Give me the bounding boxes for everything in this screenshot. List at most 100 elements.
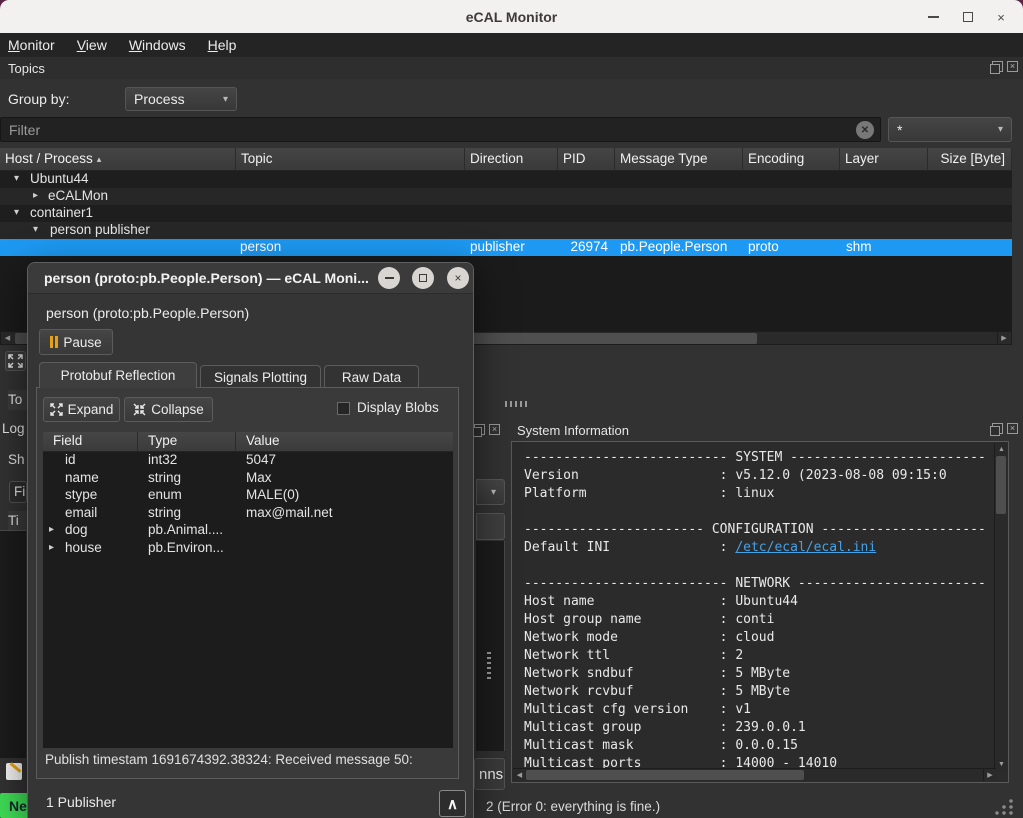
resize-grip[interactable]	[992, 798, 1014, 815]
column-header-direction[interactable]: Direction	[465, 148, 558, 170]
table-row[interactable]: ▾ container1	[0, 205, 1012, 222]
close-button[interactable]: ×	[991, 7, 1011, 27]
dock-close-icon[interactable]: ×	[489, 424, 500, 435]
table-row[interactable]: id int32 5047	[43, 452, 453, 470]
clear-filter-button[interactable]: ✕	[856, 121, 874, 139]
publisher-count: 1 Publisher	[46, 794, 116, 810]
menu-view[interactable]: View	[77, 37, 107, 53]
table-row[interactable]: email string max@mail.net	[43, 505, 453, 523]
menu-bar: Monitor View Windows Help	[0, 33, 1023, 57]
dock-drag-handle[interactable]	[505, 401, 527, 407]
maximize-button[interactable]	[958, 7, 978, 27]
occluded-expand-button[interactable]	[5, 351, 26, 371]
cell-layer: shm	[846, 239, 872, 254]
display-blobs-checkbox[interactable]	[337, 402, 350, 415]
dialog-titlebar[interactable]: person (proto:pb.People.Person) — eCAL M…	[28, 263, 473, 294]
protobuf-reflection-panel: Expand Collapse Display Blobs Field Type…	[36, 387, 459, 779]
minimize-icon	[928, 16, 939, 18]
pause-button[interactable]: Pause	[39, 329, 113, 355]
filter-input[interactable]: Filter	[0, 117, 881, 142]
dock-float-icon[interactable]	[474, 424, 485, 435]
table-row-selected[interactable]: person publisher 26974 pb.People.Person …	[0, 239, 1012, 256]
dialog-close-button[interactable]: ×	[447, 267, 469, 289]
scrollbar-thumb[interactable]	[996, 456, 1006, 514]
scroll-up-icon[interactable]: ▲	[995, 443, 1008, 455]
column-header-type[interactable]: Type	[138, 432, 236, 451]
tree-expand-icon[interactable]: ▾	[14, 207, 19, 218]
menu-help[interactable]: Help	[208, 37, 237, 53]
table-row[interactable]: ▸ house pb.Environ...	[43, 540, 453, 558]
column-header-pid[interactable]: PID	[558, 148, 615, 170]
tree-expand-icon[interactable]: ▾	[14, 173, 19, 184]
menu-windows[interactable]: Windows	[129, 37, 186, 53]
tab-raw-data[interactable]: Raw Data	[324, 365, 419, 388]
sysinfo-vertical-scrollbar[interactable]: ▲ ▼	[994, 443, 1007, 770]
dock-float-icon[interactable]	[992, 423, 1003, 434]
log-note-icon	[6, 763, 22, 780]
column-header-encoding[interactable]: Encoding	[743, 148, 840, 170]
chevron-down-icon: ▾	[223, 94, 228, 105]
splitter-handle[interactable]	[487, 652, 491, 682]
dialog-maximize-button[interactable]	[412, 267, 434, 289]
minimize-icon	[385, 277, 394, 279]
dock-close-icon[interactable]: ×	[1007, 61, 1018, 72]
table-row[interactable]: name string Max	[43, 470, 453, 488]
scroll-down-icon[interactable]: ▼	[995, 758, 1008, 770]
occluded-combobox-fragment[interactable]: ▾	[476, 479, 505, 505]
tab-signals-plotting[interactable]: Signals Plotting	[200, 365, 321, 388]
publish-timestamp-status: Publish timestam 1691674392.38324: Recei…	[45, 752, 453, 767]
table-row[interactable]: stype enum MALE(0)	[43, 487, 453, 505]
occluded-button-fragment[interactable]: Fi	[9, 481, 27, 503]
column-header-host-process[interactable]: Host / Process▴	[0, 148, 236, 170]
cell-pid: 26974	[558, 239, 608, 254]
scrollbar-thumb[interactable]	[526, 770, 804, 780]
occluded-tab-fragment[interactable]: Ti	[8, 511, 27, 531]
filter-column-select[interactable]: * ▾	[888, 117, 1012, 142]
scroll-right-icon[interactable]: ▶	[983, 769, 996, 781]
column-header-field[interactable]: Field	[43, 432, 138, 451]
scroll-left-icon[interactable]: ◀	[513, 769, 526, 781]
field-table-header: Field Type Value	[43, 432, 453, 452]
group-by-select[interactable]: Process ▾	[125, 87, 237, 111]
menu-monitor[interactable]: Monitor	[8, 37, 55, 53]
tree-expand-icon[interactable]: ▸	[49, 524, 54, 535]
occluded-tab-fragment[interactable]: To	[8, 390, 27, 410]
collapse-panel-button[interactable]: ∧	[439, 790, 466, 817]
status-bar-text: 2 (Error 0: everything is fine.)	[486, 799, 660, 814]
ecal-ini-link[interactable]: /etc/ecal/ecal.ini	[735, 540, 876, 555]
tree-expand-icon[interactable]: ▾	[33, 224, 38, 235]
scroll-left-icon[interactable]: ◀	[1, 332, 14, 344]
column-header-layer[interactable]: Layer	[840, 148, 928, 170]
tree-expand-icon[interactable]: ▸	[49, 542, 54, 553]
column-header-size[interactable]: Size [Byte]	[928, 148, 1012, 170]
collapse-arrows-icon	[133, 403, 146, 416]
tab-protobuf-reflection[interactable]: Protobuf Reflection	[39, 362, 197, 388]
field-table: Field Type Value id int32 5047 name stri…	[43, 432, 453, 748]
dock-close-icon[interactable]: ×	[1007, 423, 1018, 434]
display-blobs-label: Display Blobs	[357, 400, 439, 415]
pause-icon	[50, 336, 58, 348]
maximize-icon	[419, 274, 427, 282]
scroll-right-icon[interactable]: ▶	[997, 332, 1010, 344]
occluded-button-fragment[interactable]	[476, 513, 505, 540]
collapse-button[interactable]: Collapse	[124, 397, 213, 422]
table-row[interactable]: ▾ Ubuntu44	[0, 171, 1012, 188]
topics-dock-titlebar: Topics ×	[0, 57, 1023, 79]
column-header-value[interactable]: Value	[236, 432, 453, 451]
dock-float-icon[interactable]	[992, 61, 1003, 72]
table-row[interactable]: ▸ dog pb.Animal....	[43, 522, 453, 540]
occluded-list-area	[0, 530, 26, 758]
column-header-topic[interactable]: Topic	[236, 148, 465, 170]
sysinfo-horizontal-scrollbar[interactable]: ◀ ▶	[513, 768, 996, 781]
dialog-minimize-button[interactable]	[378, 267, 400, 289]
sort-ascending-icon: ▴	[97, 154, 102, 164]
minimize-button[interactable]	[923, 7, 943, 27]
window-titlebar[interactable]: eCAL Monitor ×	[0, 0, 1023, 33]
tree-expand-icon[interactable]: ▸	[33, 190, 38, 201]
expand-button[interactable]: Expand	[43, 397, 120, 422]
table-row[interactable]: ▾ person publisher	[0, 222, 1012, 239]
topic-inspector-dialog: person (proto:pb.People.Person) — eCAL M…	[27, 262, 474, 818]
column-header-message-type[interactable]: Message Type	[615, 148, 743, 170]
table-row[interactable]: ▸ eCALMon	[0, 188, 1012, 205]
occluded-button-fragment[interactable]: nns	[474, 758, 505, 790]
